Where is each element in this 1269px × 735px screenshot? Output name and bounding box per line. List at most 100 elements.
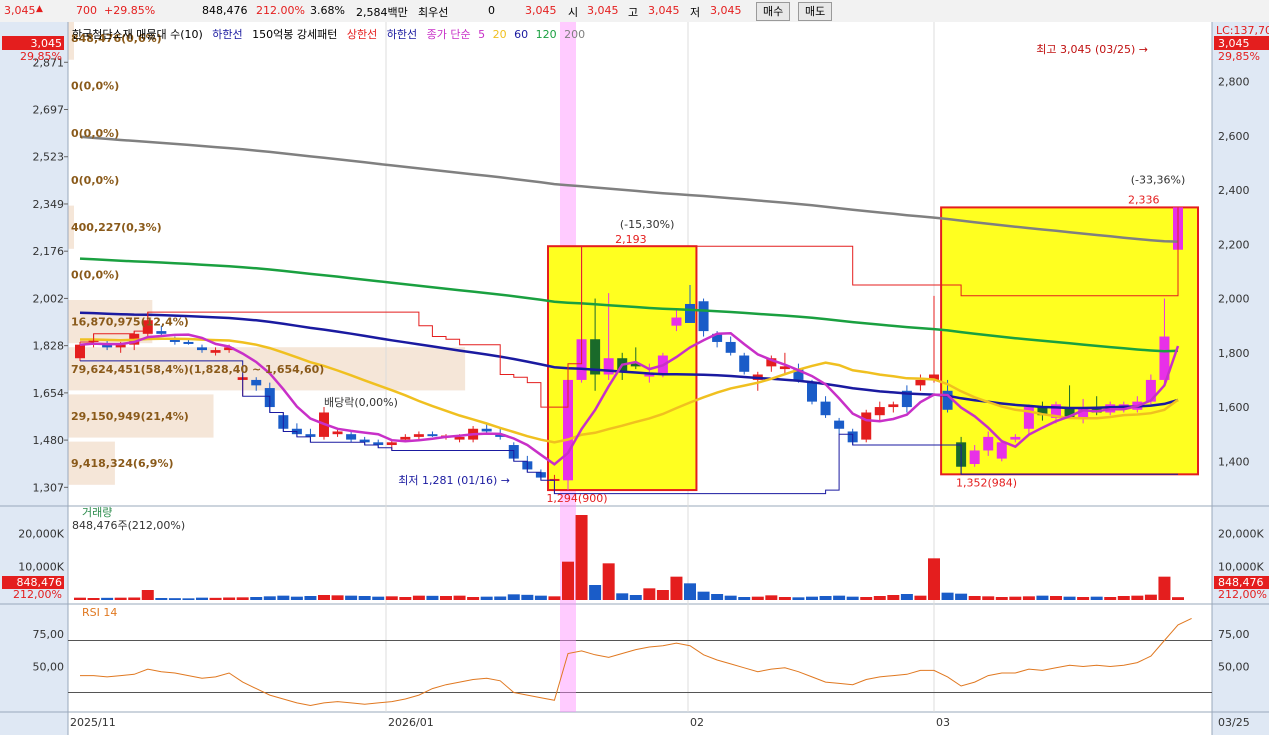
- stock-chart: 848,476(0,6%)0(0,0%)0(0,0%)0(0,0%)400,22…: [0, 22, 1269, 735]
- volume-bar: [1158, 576, 1171, 600]
- volume-bar: [331, 595, 344, 600]
- candle-body: [807, 382, 817, 402]
- up-arrow-icon: ▲: [36, 4, 43, 14]
- volume-bar: [1104, 597, 1117, 600]
- price-axis-right-label: 2,600: [1218, 130, 1250, 143]
- volume-bar: [887, 595, 900, 600]
- volume-bar: [250, 597, 263, 600]
- volume-bar: [765, 595, 778, 600]
- candle-body: [685, 303, 695, 323]
- volume-bar: [738, 597, 751, 600]
- volume-bar: [995, 597, 1008, 600]
- candle-body: [698, 301, 709, 332]
- volume-bar: [955, 593, 968, 600]
- candle-body: [183, 341, 194, 344]
- volume-bar: [684, 583, 696, 600]
- candle-body: [969, 450, 980, 465]
- volume-profile-label: 79,624,451(58,4%)(1,828,40 ~ 1,654,60): [71, 363, 324, 376]
- volume-bar: [426, 595, 439, 600]
- volume-bar: [1077, 597, 1090, 600]
- volume-bar: [873, 596, 886, 600]
- high-label: 고: [628, 6, 639, 19]
- volume-bar: [304, 596, 317, 600]
- legend-ma200: 200: [564, 28, 586, 41]
- price-axis-left-label: 1,654: [33, 387, 65, 400]
- volume-bar: [1090, 596, 1103, 600]
- price-axis-left-label: 2,523: [33, 151, 65, 164]
- volume-bar: [277, 595, 290, 600]
- volume-bar: [602, 563, 615, 600]
- volume-bar: [534, 595, 547, 600]
- high-note: 최고 3,045 (03/25) →: [1036, 43, 1148, 56]
- candle-body: [739, 355, 750, 372]
- box1-high: 2,193: [615, 233, 647, 246]
- volume-axis-right-label: 20,000K: [1218, 527, 1264, 540]
- candle-body: [983, 436, 994, 451]
- volume-bar: [833, 595, 846, 600]
- volume-bar: [114, 597, 127, 600]
- volume-bar: [141, 590, 154, 600]
- volume-bar: [643, 588, 656, 600]
- candle-body: [251, 379, 262, 386]
- volume-bar: [819, 596, 832, 600]
- volume-profile-label: 400,227(0,3%): [71, 221, 162, 234]
- volume-bar: [87, 598, 100, 600]
- quote-toolbar: 3,045 ▲ 700 +29.85% 848,476 212.00% 3.68…: [0, 0, 1269, 23]
- volume-bar: [345, 595, 358, 600]
- volume-bar: [521, 594, 534, 600]
- volume-bar: [697, 591, 710, 600]
- x-axis-label: 2026/01: [388, 716, 434, 729]
- candle-body: [942, 390, 953, 410]
- volume-axis-right-label: 10,000K: [1218, 561, 1264, 574]
- legend-lower-line: 하한선: [212, 28, 243, 41]
- volume-bar: [1131, 595, 1144, 600]
- candle-body: [197, 347, 207, 351]
- best-label: 최우선: [418, 6, 449, 19]
- volume-bar: [372, 596, 385, 600]
- box2-pct: (-33,36%): [1131, 173, 1186, 186]
- candle-body: [1010, 436, 1021, 440]
- volume-bar: [480, 596, 493, 600]
- buy-button[interactable]: 매수: [756, 2, 791, 21]
- legend-ma60: 60: [514, 28, 529, 41]
- candle-body: [671, 317, 682, 326]
- candle-body: [156, 331, 167, 334]
- volume-axis-left-label: 20,000K: [18, 527, 64, 540]
- price-tag-left-text: 3,045: [31, 37, 63, 50]
- volume-bar: [806, 596, 818, 600]
- volume-bar: [263, 596, 276, 600]
- volume-bar: [656, 590, 669, 600]
- volume-bar: [440, 596, 452, 600]
- box2-low: 1,352(984): [956, 476, 1017, 489]
- candle-body: [834, 420, 845, 429]
- volume-bar: [182, 598, 195, 600]
- legend-upper: 상한선: [346, 28, 378, 41]
- legend-pattern: 150억봉 강세패턴: [252, 28, 338, 41]
- price-text: 3,045: [4, 4, 36, 17]
- volume-profile-label: 0(0,0%): [71, 268, 119, 281]
- volume-bar: [74, 597, 86, 600]
- volume-bar: [412, 595, 425, 600]
- volume-bar: [575, 515, 588, 600]
- price-axis-right-label: 1,400: [1218, 455, 1250, 468]
- volume-bar: [358, 596, 371, 600]
- volume-bar: [928, 558, 940, 600]
- volume-bar: [616, 593, 629, 600]
- candle-body: [861, 412, 872, 440]
- open-label: 시: [568, 6, 579, 19]
- volume-bar: [1117, 596, 1130, 600]
- price-axis-right-label: 2,000: [1218, 293, 1250, 306]
- pct-tag-right-text: 29,85%: [1218, 50, 1260, 63]
- volume-bar: [467, 597, 480, 600]
- ask-text: 3,045: [525, 4, 557, 17]
- turnover-text: 3.68%: [310, 4, 345, 17]
- candle-body: [915, 379, 926, 386]
- sell-button[interactable]: 매도: [798, 2, 833, 21]
- price-axis-right-label: 2,200: [1218, 238, 1250, 251]
- rsi-axis-right-label: 50,00: [1218, 661, 1250, 674]
- volume-bar: [589, 585, 602, 600]
- legend-ma120: 120: [535, 28, 557, 41]
- best-value: 0: [488, 4, 495, 17]
- volume-value: 848,476주(212,00%): [72, 519, 185, 532]
- candle-body: [75, 344, 85, 359]
